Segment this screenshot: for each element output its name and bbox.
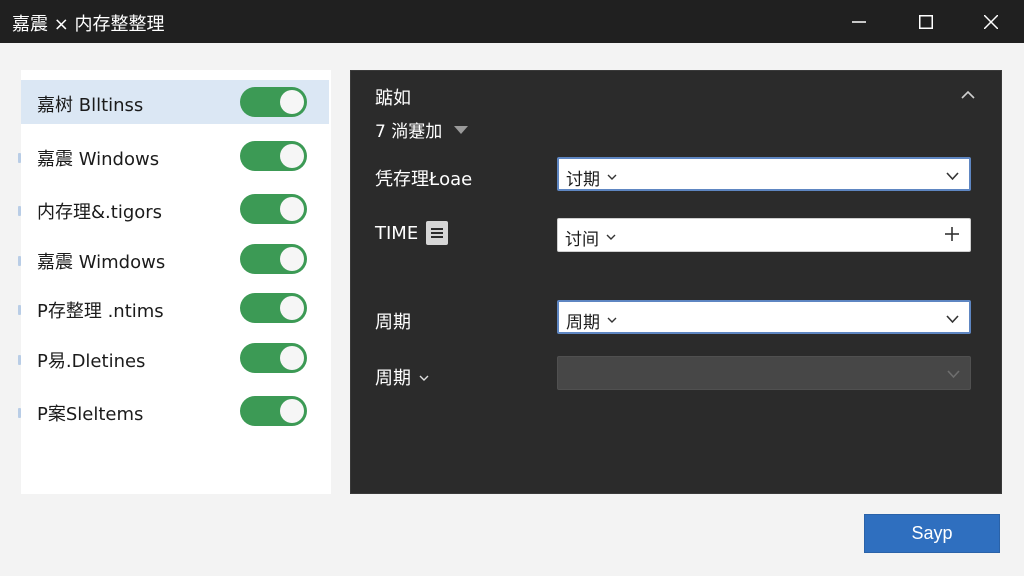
combo-value-text: 讨间 <box>565 230 599 250</box>
chevron-up-icon[interactable] <box>961 86 975 104</box>
list-item-label: 内存理&.tigors <box>37 202 163 223</box>
list-item[interactable]: 内存理&.tigors <box>18 187 331 231</box>
list-item[interactable]: P易.Dletines <box>18 336 331 380</box>
settings-list: 嘉树 Blltinss 嘉震 Windows 内存理&.tigors 嘉震 Wi… <box>18 70 331 494</box>
toggle-switch[interactable] <box>240 396 307 426</box>
detail-panel: 踮如 7 淌蹇加 凭存理Łoae 讨期 TIME 讨间 周期 周期 周期 <box>350 70 1002 494</box>
toggle-knob <box>280 346 304 370</box>
toggle-switch[interactable] <box>240 343 307 373</box>
list-item[interactable]: 嘉震 Windows <box>18 134 331 178</box>
row-marker <box>18 153 21 163</box>
list-item-label: P存整理 .ntims <box>37 301 164 322</box>
close-button[interactable] <box>958 0 1024 43</box>
chevron-down-icon <box>607 317 617 323</box>
combo-box-disabled[interactable] <box>557 356 971 390</box>
title-bar: 嘉震 × 内存整整理 <box>0 0 1024 43</box>
close-icon <box>984 14 998 29</box>
combo-box[interactable]: 讨期 <box>557 157 971 191</box>
row-marker <box>18 256 21 266</box>
toggle-knob <box>280 197 304 221</box>
save-button[interactable]: Sayp <box>864 514 1000 553</box>
field-label: 周期 <box>375 308 411 334</box>
combo-value: 周期 <box>566 308 617 333</box>
field-label-text: 周期 <box>375 312 411 333</box>
toggle-switch[interactable] <box>240 194 307 224</box>
row-marker <box>18 408 21 418</box>
toggle-switch[interactable] <box>240 293 307 323</box>
maximize-icon <box>919 14 933 29</box>
list-item-label: 嘉震 Wimdows <box>37 252 166 273</box>
chevron-down-icon[interactable] <box>947 366 960 384</box>
combo-value-text: 周期 <box>566 313 600 333</box>
field-label-text: 周期 <box>375 368 411 389</box>
list-item-label: 嘉震 Windows <box>37 149 160 170</box>
field-label: 凭存理Łoae <box>375 165 472 191</box>
sub-dropdown[interactable]: 7 淌蹇加 <box>375 117 469 142</box>
combo-value: 讨间 <box>565 225 616 250</box>
toggle-knob <box>280 296 304 320</box>
field-label-text: TIME <box>375 222 419 244</box>
window-title: 嘉震 × 内存整整理 <box>12 14 165 35</box>
minimize-button[interactable] <box>826 0 892 43</box>
list-item[interactable]: P案Sleltems <box>18 389 331 433</box>
list-item-label: 嘉树 Blltinss <box>37 95 144 116</box>
list-item-label: P易.Dletines <box>37 351 146 372</box>
row-marker <box>18 305 21 315</box>
list-item[interactable]: 嘉树 Blltinss <box>21 80 329 124</box>
chevron-down-icon <box>419 375 429 381</box>
field-label[interactable]: 周期 <box>375 364 429 390</box>
toggle-switch[interactable] <box>240 141 307 171</box>
chevron-down-icon <box>607 174 617 180</box>
list-item-label: P案Sleltems <box>37 404 144 425</box>
toggle-knob <box>280 90 304 114</box>
chevron-down-icon[interactable] <box>946 311 959 329</box>
plus-icon[interactable] <box>944 226 960 247</box>
section-title: 踮如 <box>375 88 411 109</box>
combo-value-text: 讨期 <box>566 170 600 190</box>
combo-box[interactable]: 讨间 <box>557 218 971 252</box>
combo-value: 讨期 <box>566 165 617 190</box>
toggle-knob <box>280 247 304 271</box>
combo-box[interactable]: 周期 <box>557 300 971 334</box>
row-marker <box>18 355 21 365</box>
toggle-knob <box>280 144 304 168</box>
toggle-switch[interactable] <box>240 244 307 274</box>
minimize-icon <box>852 20 866 23</box>
toggle-knob <box>280 399 304 423</box>
list-item[interactable]: 嘉震 Wimdows <box>18 237 331 281</box>
maximize-button[interactable] <box>893 0 959 43</box>
field-label: TIME <box>375 221 449 245</box>
chevron-down-icon[interactable] <box>946 168 959 186</box>
chevron-down-icon <box>606 234 616 240</box>
field-label-text: 凭存理Łoae <box>375 169 473 190</box>
caret-down-icon <box>454 125 469 134</box>
toggle-switch[interactable] <box>240 87 307 117</box>
sub-dropdown-label: 7 淌蹇加 <box>375 121 443 142</box>
row-marker <box>18 206 21 216</box>
list-item[interactable]: P存整理 .ntims <box>18 286 331 330</box>
menu-icon[interactable] <box>426 221 449 245</box>
